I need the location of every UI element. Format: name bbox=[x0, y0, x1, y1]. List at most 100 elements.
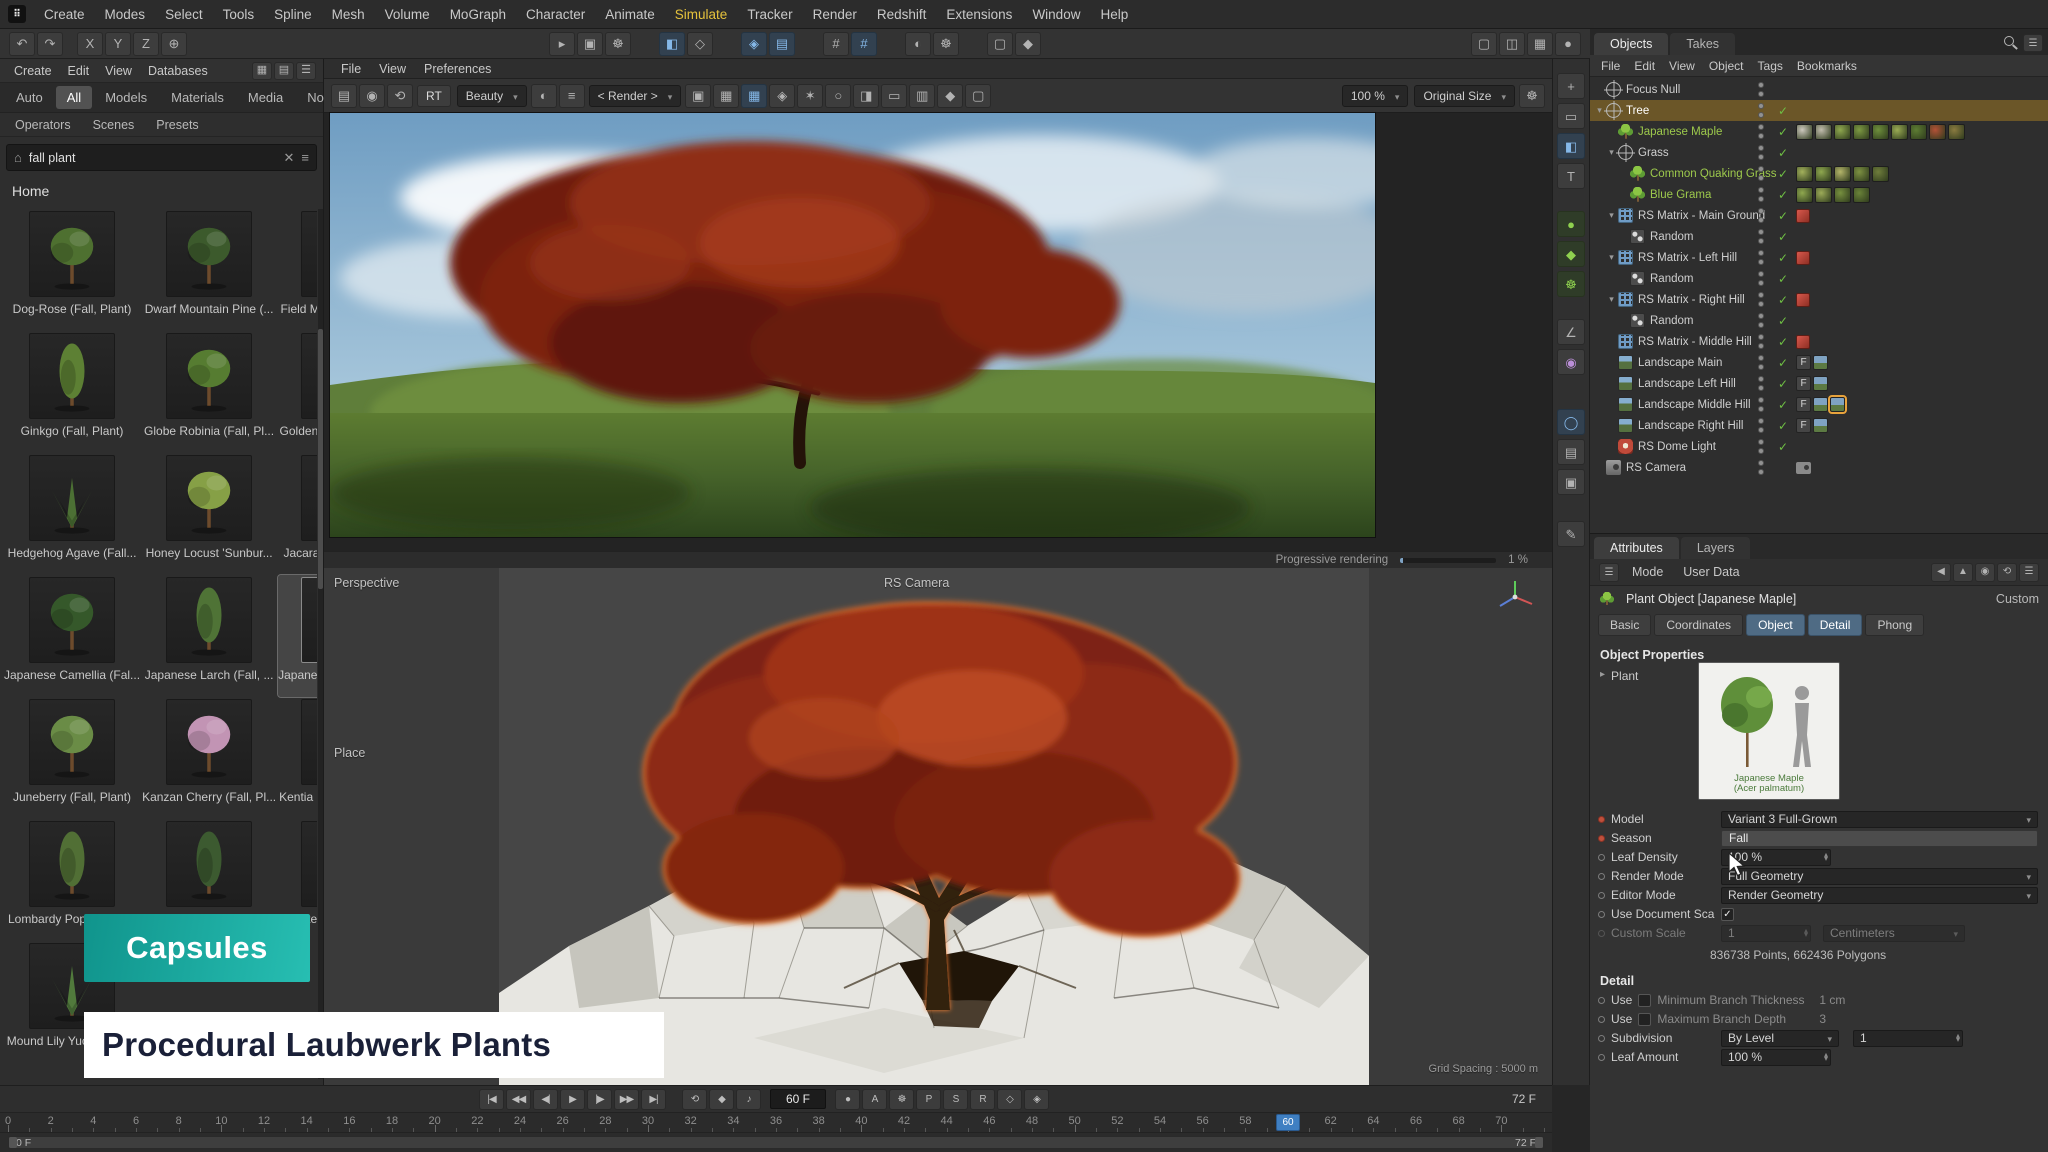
asset-item-hedgehog-agave-fall[interactable]: Hedgehog Agave (Fall... bbox=[4, 453, 140, 575]
menu-create[interactable]: Create bbox=[34, 4, 95, 25]
keying-gear-button[interactable]: ☸ bbox=[889, 1089, 914, 1110]
keyframe-nav-button[interactable]: ◆ bbox=[709, 1089, 734, 1110]
object-row-grass[interactable]: Grass bbox=[1590, 142, 2048, 163]
custom-button[interactable]: Custom bbox=[1996, 592, 2039, 606]
menu-select[interactable]: Select bbox=[155, 4, 213, 25]
lock-y-button[interactable]: Y bbox=[105, 32, 131, 56]
object-row-landscape-left-hill[interactable]: Landscape Left HillF bbox=[1590, 373, 2048, 394]
panel-menu-icon[interactable]: ☰ bbox=[1599, 563, 1619, 582]
material-swatch[interactable] bbox=[1796, 124, 1813, 140]
timeline-playhead[interactable]: 60 bbox=[1276, 1114, 1300, 1131]
mode-menu[interactable]: Mode bbox=[1624, 563, 1671, 581]
render-view-button[interactable]: ▸ bbox=[549, 32, 575, 56]
clapboard-icon[interactable]: ▤ bbox=[331, 84, 357, 108]
material-swatch[interactable] bbox=[1815, 166, 1832, 182]
anim-dot-icon[interactable] bbox=[1598, 930, 1605, 937]
field-tag[interactable]: F bbox=[1796, 376, 1811, 391]
capsule-icon[interactable]: ▢ bbox=[987, 32, 1013, 56]
om-menu-tags[interactable]: Tags bbox=[1751, 58, 1790, 74]
object-row-rs-matrix-main-ground[interactable]: RS Matrix - Main Ground bbox=[1590, 205, 2048, 226]
up-icon[interactable]: ▲ bbox=[1953, 563, 1973, 582]
layout-quad-icon[interactable]: ▦ bbox=[1527, 32, 1553, 56]
asset-item-honey-locust-sunbur[interactable]: Honey Locust 'Sunbur... bbox=[142, 453, 276, 575]
render-menu-view[interactable]: View bbox=[370, 61, 415, 77]
visibility-dots[interactable] bbox=[1758, 82, 1764, 97]
enabled-check-icon[interactable] bbox=[1778, 272, 1788, 286]
circle-select-icon[interactable]: ○ bbox=[825, 84, 851, 108]
object-row-random[interactable]: Random bbox=[1590, 268, 2048, 289]
isolate-icon[interactable]: ◈ bbox=[769, 84, 795, 108]
visibility-dots[interactable] bbox=[1758, 418, 1764, 433]
anim-dot-icon[interactable] bbox=[1598, 873, 1605, 880]
axis-gizmo-icon[interactable] bbox=[1492, 576, 1538, 618]
object-row-landscape-right-hill[interactable]: Landscape Right HillF bbox=[1590, 415, 2048, 436]
object-row-focus-null[interactable]: Focus Null bbox=[1590, 79, 2048, 100]
browser-menu-view[interactable]: View bbox=[97, 62, 140, 80]
anim-dot-icon[interactable] bbox=[1598, 1054, 1605, 1061]
prev-frame-button[interactable]: ◀| bbox=[533, 1089, 558, 1110]
compare-ab-icon[interactable]: ◨ bbox=[853, 84, 879, 108]
menu-volume[interactable]: Volume bbox=[375, 4, 440, 25]
enabled-check-icon[interactable] bbox=[1778, 230, 1788, 244]
menu-simulate[interactable]: Simulate bbox=[665, 4, 738, 25]
position-key-button[interactable]: P bbox=[916, 1089, 941, 1110]
attr-spin-field[interactable]: 100 %▴▾ bbox=[1721, 1049, 1831, 1066]
axis-gear-icon[interactable]: ☸ bbox=[933, 32, 959, 56]
asset-item-jacaranda-fall-plant[interactable]: Jacaranda (Fall, Plant) bbox=[278, 453, 317, 575]
material-swatch[interactable] bbox=[1796, 166, 1813, 182]
visibility-dots[interactable] bbox=[1758, 376, 1764, 391]
render-settings-gear-icon[interactable]: ☸ bbox=[1519, 84, 1545, 108]
anim-dot-icon[interactable] bbox=[1598, 835, 1605, 842]
object-row-japanese-maple[interactable]: Japanese Maple bbox=[1590, 121, 2048, 142]
current-frame-field[interactable] bbox=[770, 1089, 826, 1109]
material-swatch[interactable] bbox=[1834, 124, 1851, 140]
attr-dropdown[interactable]: Centimeters bbox=[1823, 925, 1965, 942]
use-checkbox[interactable] bbox=[1638, 994, 1651, 1007]
menu-mesh[interactable]: Mesh bbox=[322, 4, 375, 25]
paint-icon[interactable]: ◉ bbox=[1557, 349, 1585, 375]
material-swatch[interactable] bbox=[1853, 187, 1870, 203]
redo-icon[interactable]: ↷ bbox=[37, 32, 63, 56]
render-pass-dropdown[interactable]: Beauty bbox=[457, 85, 527, 107]
attr-spin-field[interactable]: 1▴▾ bbox=[1853, 1030, 1963, 1047]
coord-system-icon[interactable]: ⊕ bbox=[161, 32, 187, 56]
material-swatch[interactable] bbox=[1853, 166, 1870, 182]
asset-item-japanese-maple-fall[interactable]: Japanese Maple (Fall, ... bbox=[278, 575, 317, 697]
channel-icon[interactable]: ≡ bbox=[559, 84, 585, 108]
object-row-rs-matrix-right-hill[interactable]: RS Matrix - Right Hill bbox=[1590, 289, 2048, 310]
thumb-view-icon[interactable]: ▦ bbox=[252, 62, 272, 80]
anim-dot-icon[interactable] bbox=[1598, 816, 1605, 823]
measure-icon[interactable]: ∠ bbox=[1557, 319, 1585, 345]
asset-search-bar[interactable]: ⌂ ✕ ≡ bbox=[6, 144, 317, 171]
object-row-common-quaking-grass[interactable]: Common Quaking Grass bbox=[1590, 163, 2048, 184]
material-swatch[interactable] bbox=[1929, 124, 1946, 140]
lock-icon[interactable]: ◉ bbox=[1975, 563, 1995, 582]
view-cube-icon[interactable]: ◧ bbox=[1557, 133, 1585, 159]
attr-dropdown[interactable]: Full Geometry bbox=[1721, 868, 2038, 885]
object-row-rs-camera[interactable]: RS Camera bbox=[1590, 457, 2048, 478]
menu-animate[interactable]: Animate bbox=[595, 4, 665, 25]
asset-item-kentia-palm-fall-plant[interactable]: Kentia Palm (Fall, Plant) bbox=[278, 697, 317, 819]
texture-tag[interactable] bbox=[1813, 397, 1828, 412]
object-row-landscape-middle-hill[interactable]: Landscape Middle HillF bbox=[1590, 394, 2048, 415]
anim-dot-icon[interactable] bbox=[1598, 911, 1605, 918]
ipr-refresh-icon[interactable]: ⟲ bbox=[387, 84, 413, 108]
viewport-name-label[interactable]: Perspective bbox=[334, 576, 399, 590]
material-swatch[interactable] bbox=[1853, 124, 1870, 140]
timeline-range-bar[interactable]: 0 F 72 F bbox=[0, 1132, 1552, 1152]
clapboard-icon[interactable]: ▣ bbox=[1557, 469, 1585, 495]
material-swatch[interactable] bbox=[1891, 124, 1908, 140]
visibility-dots[interactable] bbox=[1758, 397, 1764, 412]
navigation-cross-icon[interactable]: + bbox=[1557, 73, 1585, 99]
menu-character[interactable]: Character bbox=[516, 4, 595, 25]
material-swatch[interactable] bbox=[1872, 166, 1889, 182]
list-view-icon[interactable]: ▤ bbox=[274, 62, 294, 80]
asset-item-japanese-camellia-fal[interactable]: Japanese Camellia (Fal... bbox=[4, 575, 140, 697]
rotation-key-button[interactable]: R bbox=[970, 1089, 995, 1110]
om-menu-view[interactable]: View bbox=[1662, 58, 1702, 74]
field-tag[interactable]: F bbox=[1796, 397, 1811, 412]
visibility-dots[interactable] bbox=[1758, 187, 1764, 202]
jump-start-button[interactable]: |◀ bbox=[479, 1089, 504, 1110]
menu-help[interactable]: Help bbox=[1090, 4, 1138, 25]
enabled-check-icon[interactable] bbox=[1778, 335, 1788, 349]
